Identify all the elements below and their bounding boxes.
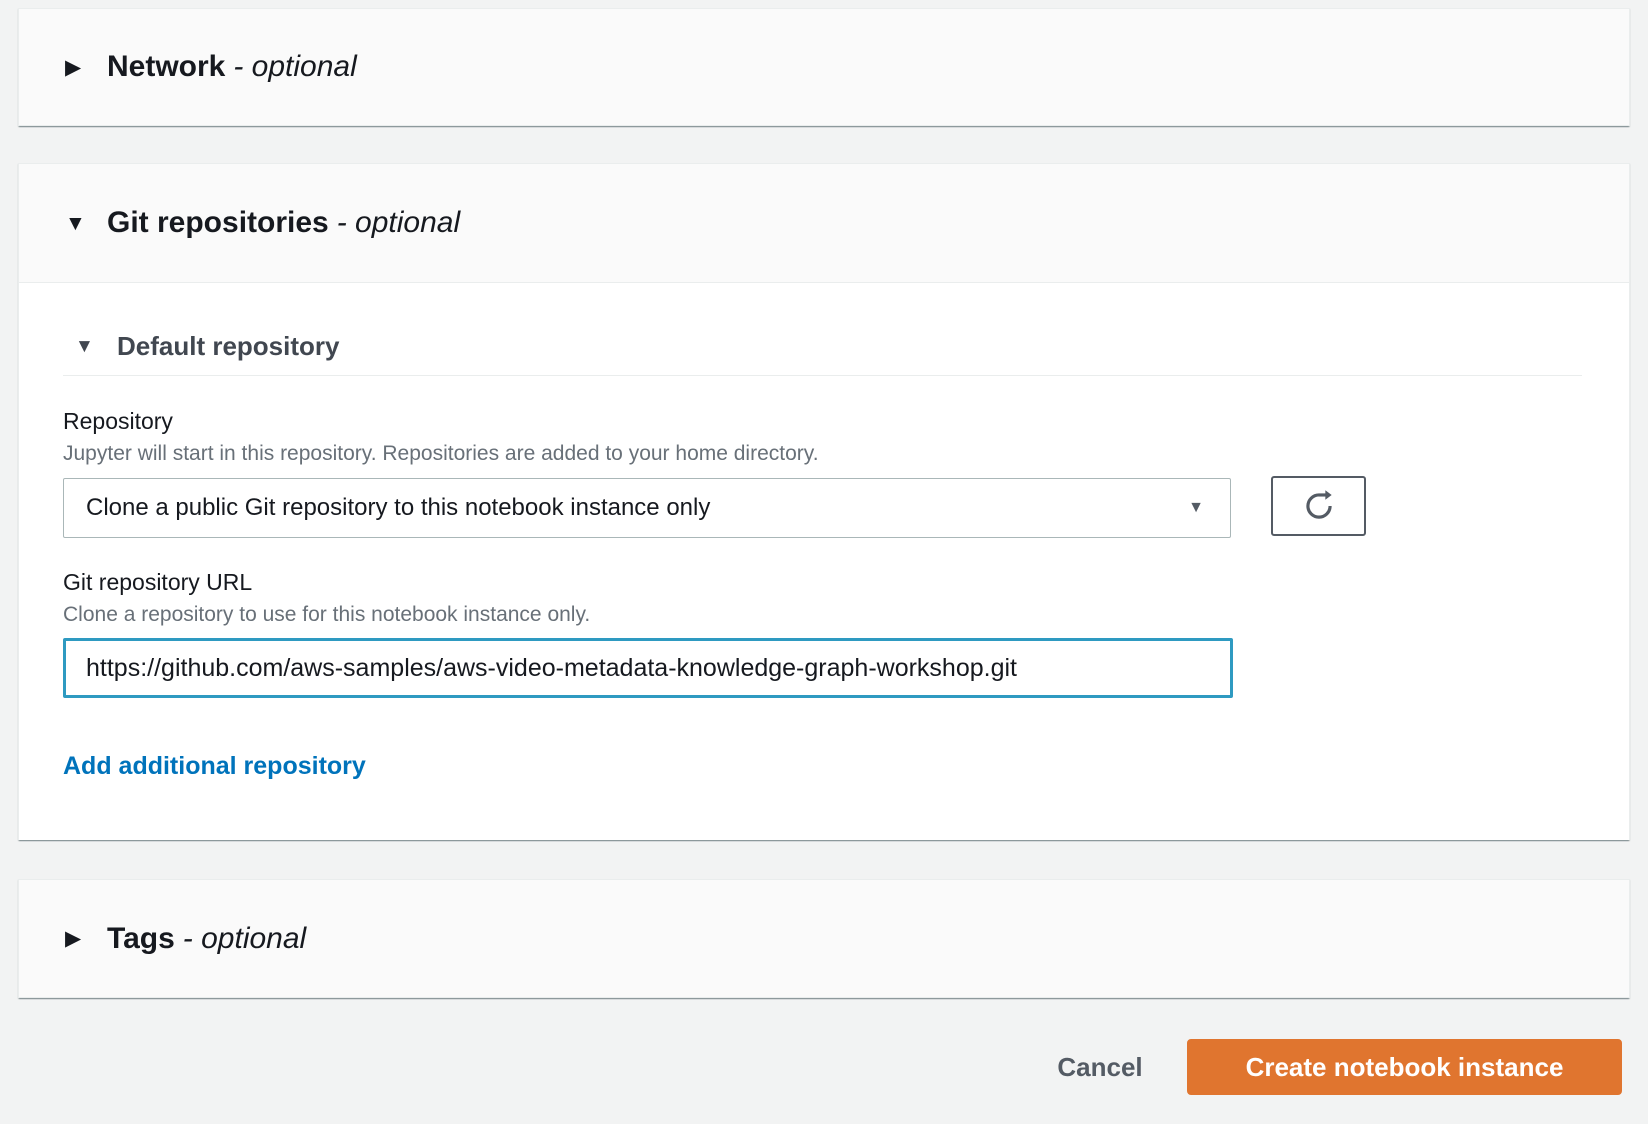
git-repositories-section-header[interactable]: ▼ Git repositories- optional (19, 164, 1629, 283)
network-section-title: Network- optional (107, 50, 357, 84)
caret-right-icon: ▶ (65, 928, 91, 949)
git-repositories-section: ▼ Git repositories- optional ▼ Default r… (18, 163, 1630, 840)
git-repository-url-input[interactable] (63, 638, 1233, 698)
section-title-optional: - optional (183, 922, 306, 955)
section-title-optional: - optional (337, 206, 460, 239)
repository-select[interactable]: Clone a public Git repository to this no… (63, 478, 1231, 538)
git-repositories-section-title: Git repositories- optional (107, 206, 460, 240)
git-repositories-content: ▼ Default repository Repository Jupyter … (19, 283, 1629, 840)
repository-description: Jupyter will start in this repository. R… (63, 440, 1582, 468)
repository-select-row: Clone a public Git repository to this no… (63, 478, 1582, 538)
tags-section: ▶ Tags- optional (18, 879, 1630, 998)
refresh-repositories-button[interactable] (1271, 476, 1366, 536)
repository-select-value: Clone a public Git repository to this no… (86, 494, 710, 522)
caret-down-icon: ▼ (75, 337, 99, 356)
create-notebook-instance-page: ▶ Network- optional ▼ Git repositories- … (0, 0, 1648, 1124)
section-title-optional: - optional (233, 50, 356, 83)
network-section-header[interactable]: ▶ Network- optional (19, 9, 1629, 125)
tags-section-title: Tags- optional (107, 922, 306, 956)
tags-section-header[interactable]: ▶ Tags- optional (19, 880, 1629, 997)
chevron-down-icon: ▼ (1188, 499, 1204, 517)
section-title-text: Network (107, 50, 225, 83)
create-notebook-instance-button[interactable]: Create notebook instance (1187, 1039, 1622, 1095)
section-title-text: Git repositories (107, 206, 329, 239)
caret-down-icon: ▼ (65, 213, 91, 234)
git-repository-url-description: Clone a repository to use for this noteb… (63, 601, 1582, 629)
cancel-button[interactable]: Cancel (1030, 1039, 1170, 1095)
section-title-text: Tags (107, 922, 175, 955)
section-divider (63, 375, 1582, 376)
add-additional-repository-link[interactable]: Add additional repository (63, 752, 366, 781)
repository-label: Repository (63, 408, 1582, 434)
git-repository-url-label: Git repository URL (63, 569, 1582, 595)
network-section: ▶ Network- optional (18, 8, 1630, 126)
caret-right-icon: ▶ (65, 57, 91, 78)
default-repository-title: Default repository (117, 331, 340, 362)
default-repository-expander[interactable]: ▼ Default repository (63, 331, 1582, 361)
refresh-icon (1300, 486, 1338, 527)
